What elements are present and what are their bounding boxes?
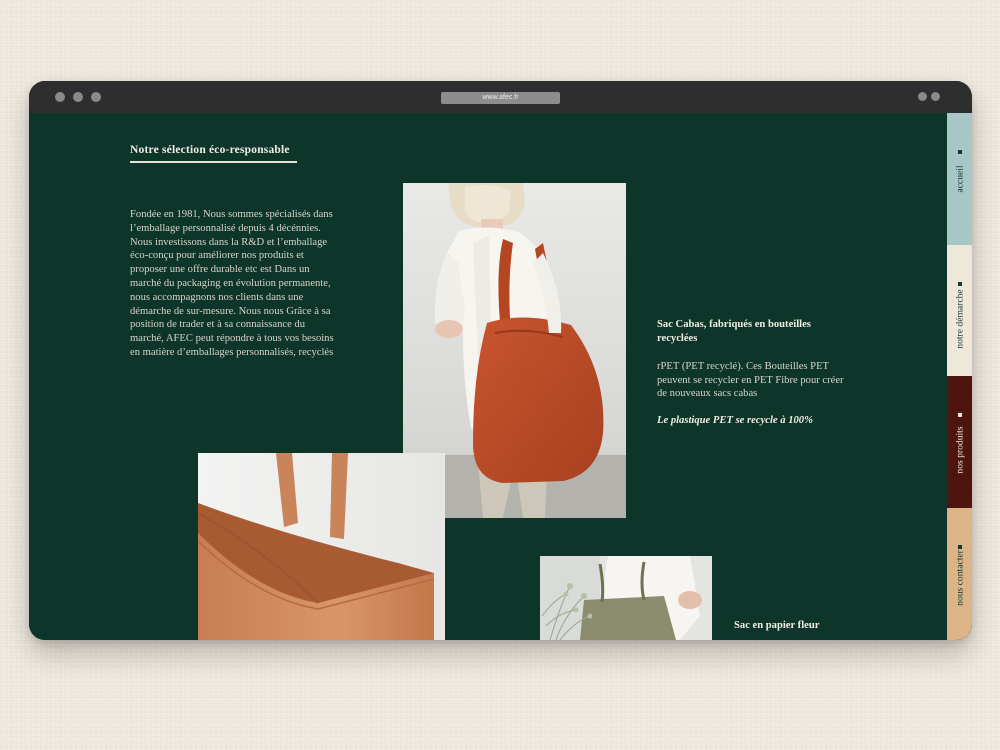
nav-item-notre-demarche[interactable]: notre démarche (947, 245, 972, 376)
section-heading: Notre sélection éco-responsable (130, 144, 290, 156)
heading-underline (130, 161, 297, 163)
side-navigation: accueil notre démarche nos produits nous… (947, 113, 972, 640)
intro-paragraph: Fondée en 1981, Nous sommes spécialisés … (130, 209, 334, 358)
nav-item-label: notre démarche (954, 289, 965, 349)
page-content: Notre sélection éco-responsable Fondée e… (29, 113, 972, 640)
window-maximize-dot[interactable] (91, 92, 101, 102)
browser-window: www.afec.fr Notre sélection éco-responsa… (29, 81, 972, 640)
window-close-dot[interactable] (55, 92, 65, 102)
nav-bullet-icon (958, 150, 962, 154)
product-photo-flower-bag (540, 556, 712, 640)
nav-item-label: accueil (954, 165, 965, 193)
product-1-title: Sac Cabas, fabriqués en bouteilles recyc… (657, 319, 811, 344)
product-2-title: Sac en papier fleur (734, 620, 820, 631)
product-1-description: rPET (PET recyclé). Ces Bouteilles PET p… (657, 361, 844, 399)
nav-item-nos-produits[interactable]: nos produits (947, 376, 972, 508)
product-1-note: Le plastique PET se recycle à 100% (657, 415, 813, 426)
nav-item-label: nos produits (954, 426, 965, 474)
browser-titlebar: www.afec.fr (29, 81, 972, 113)
nav-bullet-icon (958, 413, 962, 417)
address-bar[interactable]: www.afec.fr (441, 92, 560, 104)
nav-item-nous-contacter[interactable]: nous contacter (947, 508, 972, 640)
product-photo-tote-closeup (198, 453, 445, 640)
nav-bullet-icon (958, 545, 962, 549)
browser-menu-dot[interactable] (931, 92, 940, 101)
browser-extension-dot[interactable] (918, 92, 927, 101)
window-minimize-dot[interactable] (73, 92, 83, 102)
nav-bullet-icon (958, 282, 962, 286)
nav-item-label: nous contacter (954, 550, 965, 606)
nav-item-accueil[interactable]: accueil (947, 113, 972, 245)
